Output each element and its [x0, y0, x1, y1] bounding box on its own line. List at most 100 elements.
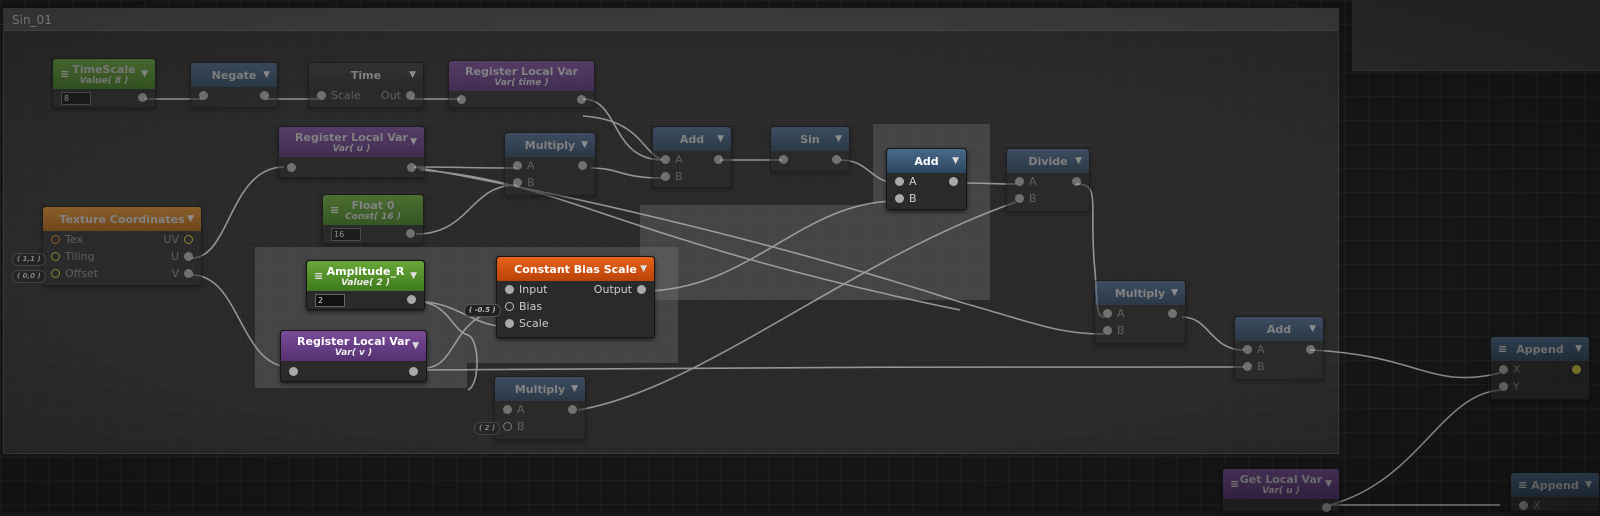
output-port[interactable]: [406, 91, 415, 100]
input-port-a[interactable]: [503, 405, 512, 414]
output-port[interactable]: [1072, 177, 1081, 186]
input-port-bias[interactable]: [505, 302, 514, 311]
node-get-local-var[interactable]: ≡ Get Local Var Var( u ) ▼: [1222, 468, 1340, 512]
value-field[interactable]: 2: [315, 294, 345, 307]
node-timescale[interactable]: ≡ TimeScale Value( 8 ) ▼ 8: [52, 58, 156, 108]
node-header[interactable]: Time ▼: [309, 63, 423, 87]
node-header[interactable]: Add ▼: [887, 149, 966, 173]
input-port-b[interactable]: [1015, 194, 1024, 203]
input-port-b[interactable]: [503, 422, 512, 431]
menu-icon[interactable]: ≡: [330, 204, 339, 217]
output-port[interactable]: [138, 93, 147, 102]
input-port-b[interactable]: [895, 194, 904, 203]
input-port-y[interactable]: [1499, 382, 1508, 391]
node-float0[interactable]: ≡ Float 0 Const( 16 ) 16: [322, 194, 424, 244]
node-negate[interactable]: Negate ▼: [190, 62, 278, 108]
node-add-3[interactable]: Add ▼ A B: [1234, 316, 1324, 380]
input-port[interactable]: [289, 367, 298, 376]
node-multiply-3[interactable]: Multiply ▼ A B: [1094, 280, 1186, 344]
dropdown-arrow-icon[interactable]: ▼: [410, 137, 417, 147]
dropdown-arrow-icon[interactable]: ▼: [141, 69, 148, 79]
output-port-v[interactable]: [184, 269, 193, 278]
node-header[interactable]: ≡ Append ▼: [1511, 473, 1599, 497]
node-header[interactable]: Texture Coordinates ▼: [43, 207, 201, 231]
menu-icon[interactable]: ≡: [1518, 479, 1527, 492]
input-port-b[interactable]: [513, 178, 522, 187]
dropdown-arrow-icon[interactable]: ▼: [409, 70, 416, 80]
dropdown-arrow-icon[interactable]: ▼: [1171, 288, 1178, 298]
node-multiply-2[interactable]: Multiply ▼ A B: [494, 376, 586, 440]
output-port-uv[interactable]: [184, 235, 193, 244]
output-port[interactable]: [409, 367, 418, 376]
node-header[interactable]: ≡ Get Local Var Var( u ) ▼: [1223, 469, 1339, 499]
output-port[interactable]: [407, 295, 416, 304]
dropdown-arrow-icon[interactable]: ▼: [1585, 480, 1592, 490]
output-port[interactable]: [407, 163, 416, 172]
node-header[interactable]: ≡ Append ▼: [1491, 337, 1589, 361]
input-port[interactable]: [287, 163, 296, 172]
output-port[interactable]: [1572, 365, 1581, 374]
node-amplitude-r[interactable]: ≡ Amplitude_R Value( 2 ) ▼ 2: [306, 260, 425, 310]
offset-default-value[interactable]: ( 0,0 ): [12, 270, 46, 283]
dropdown-arrow-icon[interactable]: ▼: [571, 384, 578, 394]
dropdown-arrow-icon[interactable]: ▼: [412, 341, 419, 351]
dropdown-arrow-icon[interactable]: ▼: [640, 264, 647, 274]
output-port[interactable]: [568, 405, 577, 414]
input-port-b[interactable]: [661, 172, 670, 181]
node-divide[interactable]: Divide ▼ A B: [1006, 148, 1090, 212]
dropdown-arrow-icon[interactable]: ▼: [952, 156, 959, 166]
node-header[interactable]: Negate ▼: [191, 63, 277, 87]
value-field[interactable]: 16: [331, 228, 361, 241]
dropdown-arrow-icon[interactable]: ▼: [187, 214, 194, 224]
output-port-u[interactable]: [184, 252, 193, 261]
dropdown-arrow-icon[interactable]: ▼: [581, 140, 588, 150]
output-port[interactable]: [577, 95, 586, 104]
node-header[interactable]: Constant Bias Scale ▼: [497, 257, 654, 281]
input-port-a[interactable]: [661, 155, 670, 164]
menu-icon[interactable]: ≡: [1498, 343, 1507, 356]
input-port-a[interactable]: [895, 177, 904, 186]
dropdown-arrow-icon[interactable]: ▼: [1575, 344, 1582, 354]
node-header[interactable]: ≡ TimeScale Value( 8 ) ▼: [53, 59, 155, 89]
node-sin[interactable]: Sin ▼: [770, 126, 850, 172]
dropdown-arrow-icon[interactable]: ▼: [1309, 324, 1316, 334]
node-header[interactable]: ≡ Float 0 Const( 16 ): [323, 195, 423, 225]
output-port[interactable]: [832, 155, 841, 164]
bias-default-value[interactable]: ( -0.5 ): [464, 304, 501, 317]
output-port[interactable]: [406, 229, 415, 238]
node-header[interactable]: Divide ▼: [1007, 149, 1089, 173]
input-port-scale[interactable]: [505, 319, 514, 328]
input-port[interactable]: [199, 91, 208, 100]
dropdown-arrow-icon[interactable]: ▼: [1325, 479, 1332, 489]
node-header[interactable]: Add ▼: [653, 127, 731, 151]
node-register-local-var-v[interactable]: Register Local Var Var( v ) ▼: [280, 330, 427, 382]
value-field[interactable]: 8: [61, 92, 91, 105]
node-append[interactable]: ≡ Append ▼ X Y: [1490, 336, 1590, 400]
input-port-b[interactable]: [1243, 362, 1252, 371]
input-port-offset[interactable]: [51, 269, 60, 278]
input-port-tex[interactable]: [51, 235, 60, 244]
input-port-b[interactable]: [1103, 326, 1112, 335]
input-port-a[interactable]: [513, 161, 522, 170]
node-constant-bias-scale[interactable]: Constant Bias Scale ▼ Input Output Bias …: [496, 256, 655, 338]
dropdown-arrow-icon[interactable]: ▼: [835, 134, 842, 144]
output-port[interactable]: [578, 161, 587, 170]
node-multiply[interactable]: Multiply ▼ A B: [504, 132, 596, 196]
dropdown-arrow-icon[interactable]: ▼: [717, 134, 724, 144]
input-port[interactable]: [779, 155, 788, 164]
multiply-b-default-value[interactable]: ( 2 ): [474, 422, 501, 435]
node-register-local-var-u[interactable]: Register Local Var Var( u ) ▼: [278, 126, 425, 178]
node-header[interactable]: Sin ▼: [771, 127, 849, 151]
output-port[interactable]: [949, 177, 958, 186]
node-texture-coordinates[interactable]: Texture Coordinates ▼ Tex UV Tiling U Of…: [42, 206, 202, 286]
output-port[interactable]: [637, 285, 646, 294]
node-header[interactable]: Multiply ▼: [495, 377, 585, 401]
node-time[interactable]: Time ▼ Scale Out: [308, 62, 424, 108]
input-port[interactable]: [317, 91, 326, 100]
node-header[interactable]: Multiply ▼: [505, 133, 595, 157]
node-header[interactable]: ≡ Amplitude_R Value( 2 ) ▼: [307, 261, 424, 291]
node-header[interactable]: Register Local Var Var( v ) ▼: [281, 331, 426, 361]
node-header[interactable]: Register Local Var Var( time ): [449, 61, 594, 91]
menu-icon[interactable]: ≡: [1230, 478, 1239, 491]
node-header[interactable]: Add ▼: [1235, 317, 1323, 341]
